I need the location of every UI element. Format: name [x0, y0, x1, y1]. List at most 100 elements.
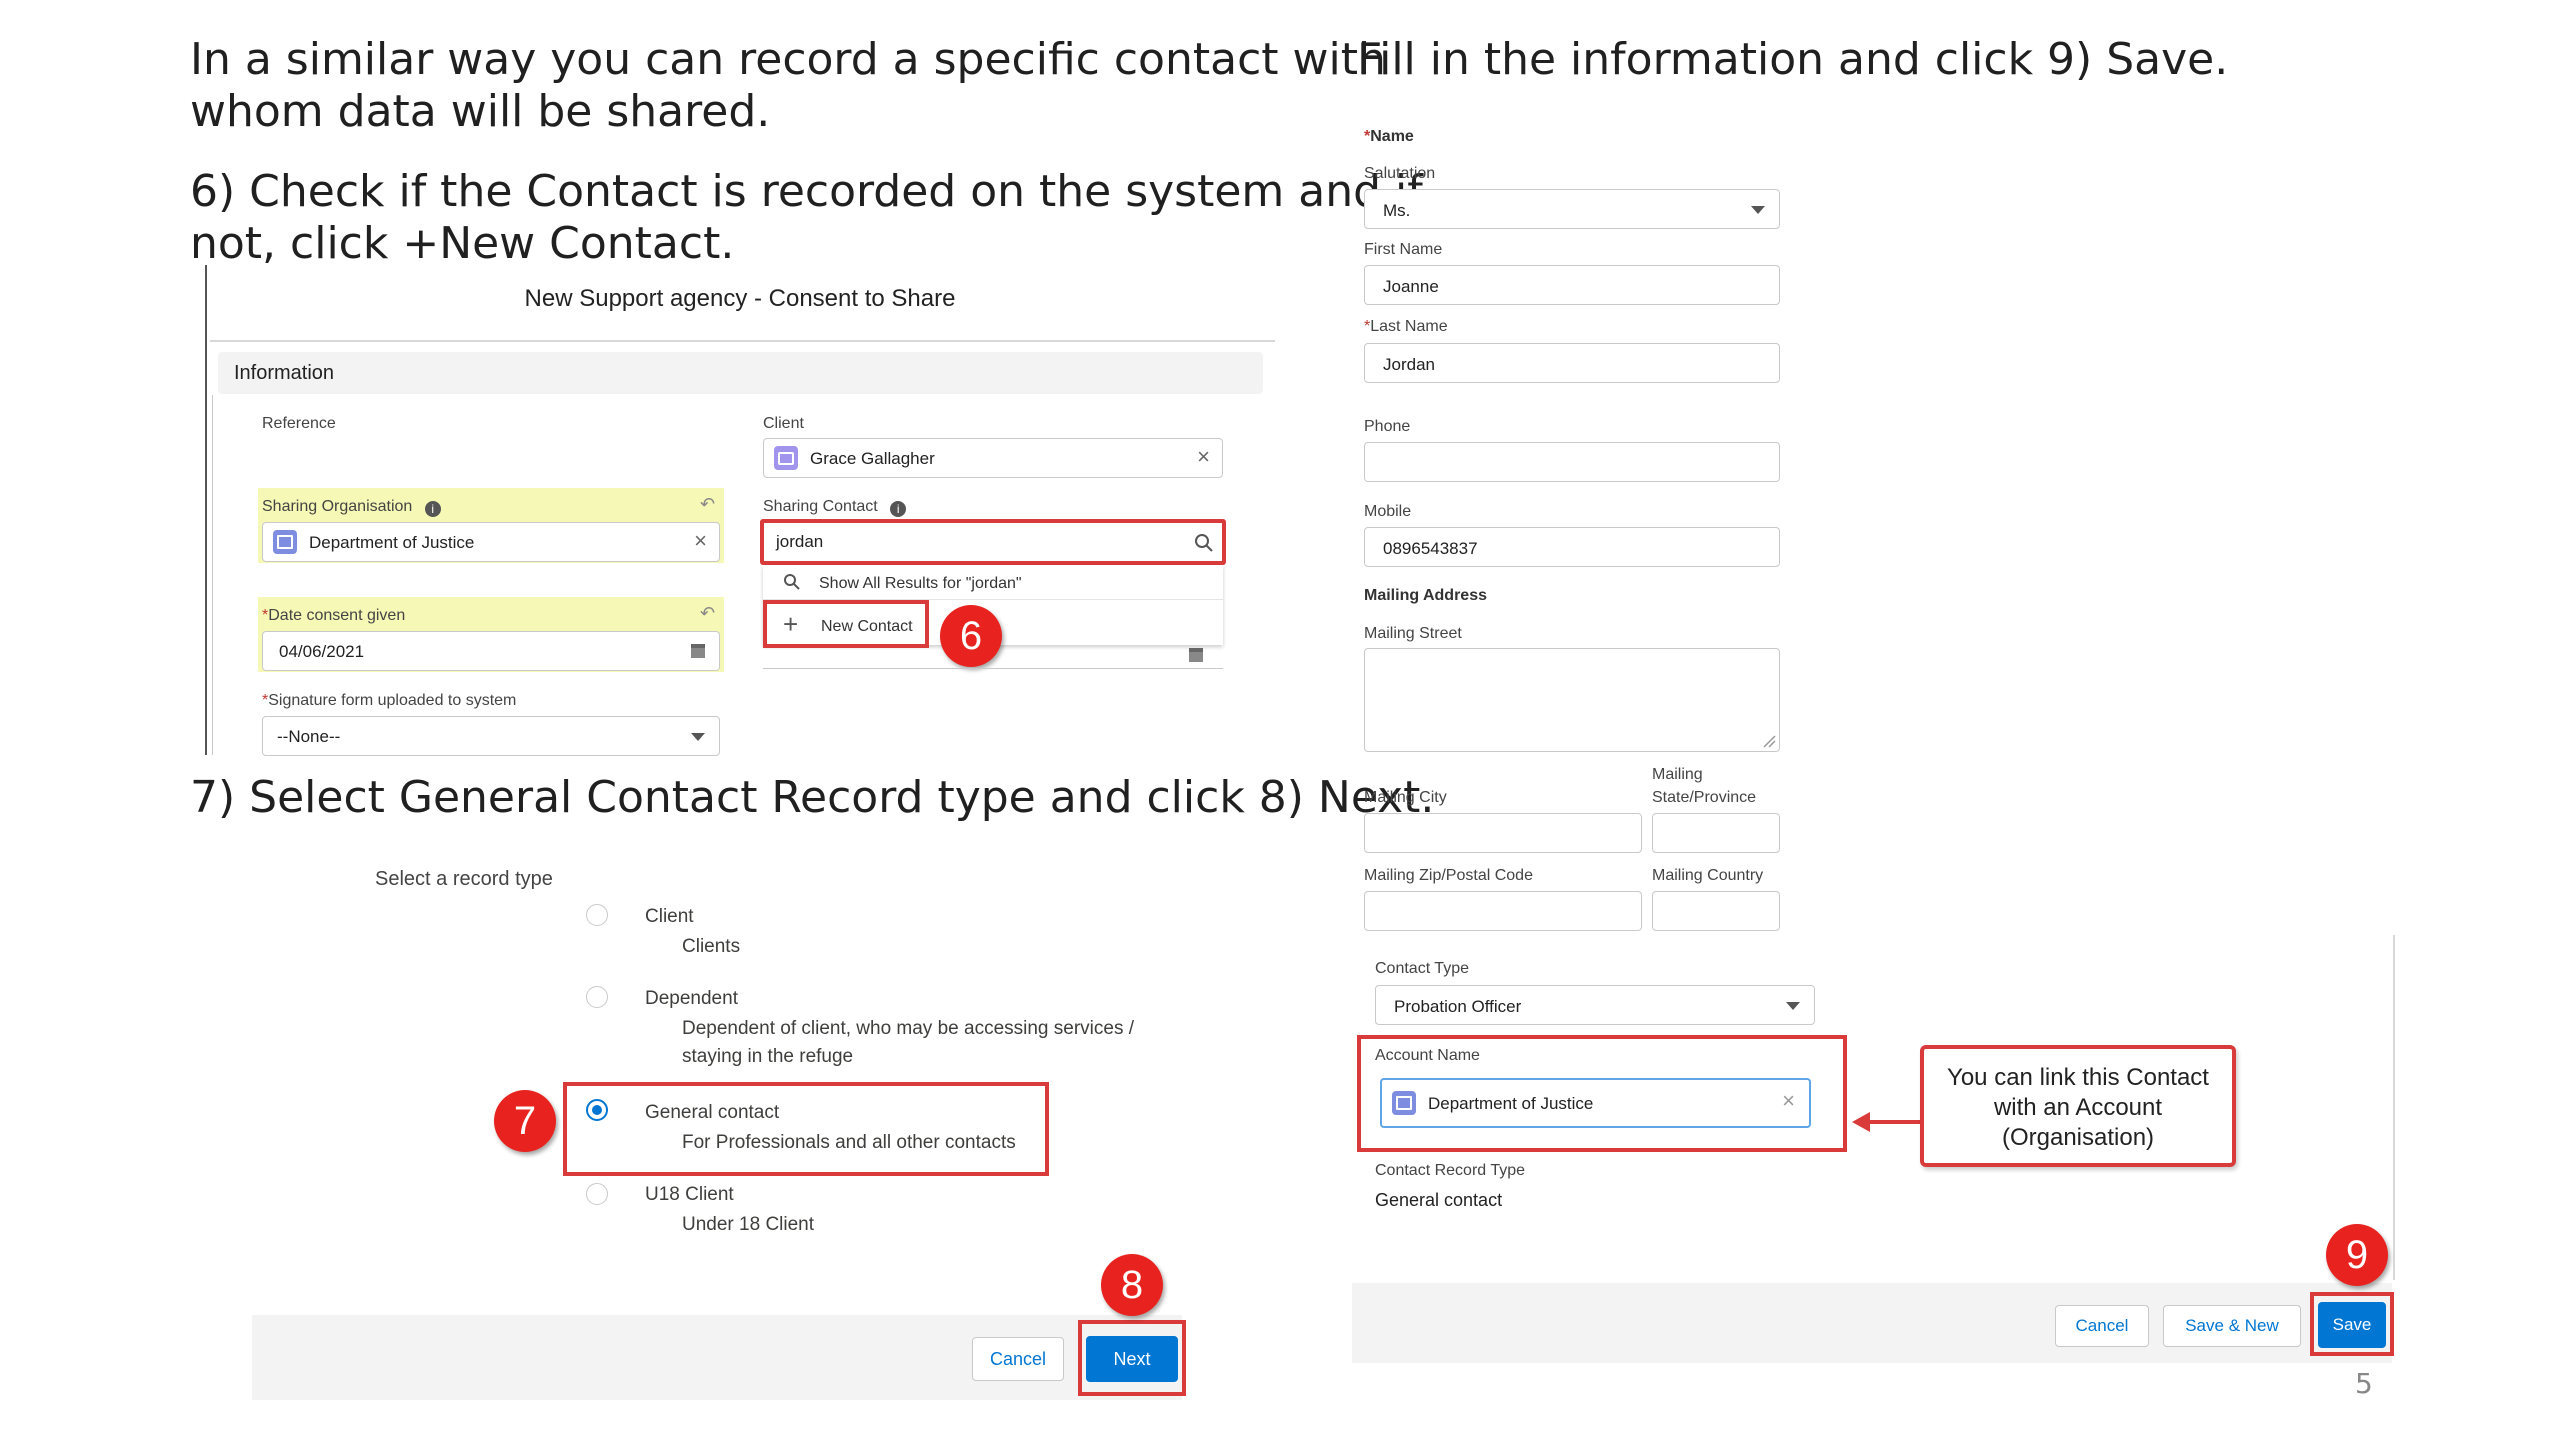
account-name-label: Account Name	[1375, 1047, 1480, 1064]
information-section-header[interactable]: Information	[218, 352, 1263, 394]
clear-client-icon[interactable]: ×	[1197, 444, 1210, 470]
search-icon	[784, 574, 800, 590]
step6-line-2: not, click +New Contact.	[190, 218, 735, 269]
form-left-border	[212, 395, 213, 755]
callout-text: You can link this Contact with an Accoun…	[1924, 1063, 2232, 1153]
signature-select[interactable]: --None--	[262, 716, 720, 756]
resize-handle-icon[interactable]	[1762, 734, 1776, 748]
chevron-down-icon	[1751, 206, 1765, 214]
mobile-label: Mobile	[1364, 503, 1412, 520]
calendar-icon[interactable]	[689, 642, 707, 660]
sharing-org-lookup[interactable]: Department of Justice ×	[262, 522, 720, 562]
option-dependent-name: Dependent	[645, 988, 738, 1009]
sharing-contact-label: Sharing Contact i	[763, 498, 907, 517]
salutation-value: Ms.	[1383, 201, 1411, 220]
date-value: 04/06/2021	[279, 642, 365, 661]
option-client-desc: Clients	[682, 936, 741, 957]
first-name-label: First Name	[1364, 241, 1443, 258]
step-8-badge: 8	[1101, 1254, 1163, 1316]
section-title: Information	[234, 362, 335, 384]
mailing-city-input[interactable]	[1364, 813, 1642, 853]
option-client-name: Client	[645, 906, 694, 927]
contact-icon	[774, 446, 798, 470]
callout-line-1: You can link this Contact	[1947, 1064, 2209, 1091]
step-7-badge: 7	[494, 1090, 556, 1152]
sharing-contact-value: jordan	[776, 532, 824, 551]
callout-arrow	[1852, 1112, 1920, 1132]
account-name-value: Department of Justice	[1428, 1094, 1594, 1113]
salutation-select[interactable]: Ms.	[1364, 189, 1780, 229]
callout-line-2: with an Account	[1993, 1094, 2163, 1121]
sharing-org-label: Sharing Organisation i	[262, 498, 441, 517]
info-icon[interactable]: i	[890, 501, 907, 517]
contact-type-select[interactable]: Probation Officer	[1375, 985, 1815, 1025]
info-icon[interactable]: i	[424, 501, 441, 517]
next-button[interactable]: Next	[1086, 1336, 1178, 1382]
chevron-down-icon	[1786, 1002, 1800, 1010]
mailing-zip-label: Mailing Zip/Postal Code	[1364, 867, 1533, 884]
name-heading: *Name	[1364, 128, 1414, 145]
save-button[interactable]: Save	[2318, 1302, 2386, 1348]
option-general-name: General contact	[645, 1102, 780, 1123]
mailing-state-label-2: State/Province	[1652, 789, 1757, 806]
signature-label: *Signature form uploaded to system	[262, 692, 517, 709]
mailing-zip-input[interactable]	[1364, 891, 1642, 931]
new-contact-label: New Contact	[821, 618, 913, 635]
save-and-new-button[interactable]: Save & New	[2163, 1305, 2301, 1347]
show-all-results[interactable]: Show All Results for "jordan"	[819, 575, 1022, 593]
first-name-value: Joanne	[1383, 277, 1439, 296]
right-title: Fill in the information and click 9) Sav…	[1357, 34, 2229, 85]
option-dependent-desc-2: staying in the refuge	[682, 1046, 854, 1067]
mobile-input[interactable]: 0896543837	[1364, 527, 1780, 567]
mailing-street-textarea[interactable]	[1364, 648, 1780, 752]
mobile-value: 0896543837	[1383, 539, 1478, 558]
undo-icon[interactable]: ↶	[700, 494, 715, 515]
phone-input[interactable]	[1364, 442, 1780, 482]
mailing-country-label: Mailing Country	[1652, 867, 1764, 884]
option-general-desc: For Professionals and all other contacts	[682, 1132, 1016, 1153]
mailing-state-label-1: Mailing	[1652, 766, 1703, 783]
client-lookup[interactable]: Grace Gallagher ×	[763, 438, 1223, 478]
calendar-icon	[1189, 648, 1203, 662]
radio-general-contact[interactable]	[586, 1099, 608, 1121]
reference-label: Reference	[262, 415, 336, 432]
cancel-button[interactable]: Cancel	[972, 1337, 1064, 1381]
chevron-down-icon	[691, 733, 705, 741]
mailing-street-label: Mailing Street	[1364, 625, 1462, 642]
contact-type-value: Probation Officer	[1394, 997, 1522, 1016]
search-icon	[1195, 534, 1213, 552]
mailing-country-input[interactable]	[1652, 891, 1780, 931]
sharing-contact-input[interactable]: jordan	[760, 519, 1226, 565]
record-type-value: General contact	[1375, 1190, 1503, 1210]
clear-account-icon[interactable]: ×	[1782, 1088, 1795, 1114]
option-dependent-desc: Dependent of client, who may be accessin…	[682, 1018, 1135, 1039]
salutation-label: Salutation	[1364, 165, 1436, 182]
last-name-label: *Last Name	[1364, 318, 1448, 335]
radio-client[interactable]	[586, 904, 608, 926]
mailing-state-input[interactable]	[1652, 813, 1780, 853]
clear-sharing-org-icon[interactable]: ×	[694, 528, 707, 554]
scrollbar-track[interactable]	[2393, 935, 2395, 1280]
date-input[interactable]: 04/06/2021	[262, 631, 720, 671]
cancel-button[interactable]: Cancel	[2055, 1305, 2149, 1347]
undo-icon[interactable]: ↶	[700, 603, 715, 624]
mailing-address-heading: Mailing Address	[1364, 587, 1487, 604]
record-type-prompt: Select a record type	[375, 868, 553, 890]
sharing-org-value: Department of Justice	[309, 533, 475, 552]
step-9-badge: 9	[2326, 1224, 2388, 1286]
new-contact-option[interactable]: + New Contact	[763, 600, 929, 648]
account-name-lookup[interactable]: Department of Justice ×	[1380, 1078, 1811, 1128]
callout-line-3: (Organisation)	[2001, 1124, 2155, 1151]
radio-dependent[interactable]	[586, 986, 608, 1008]
record-type-label: Contact Record Type	[1375, 1162, 1526, 1179]
date-label: *Date consent given	[262, 607, 406, 624]
step7-text: 7) Select General Contact Record type an…	[190, 772, 1435, 823]
intro-line-2: whom data will be shared.	[190, 86, 771, 137]
option-u18-name: U18 Client	[645, 1184, 734, 1205]
radio-u18-client[interactable]	[586, 1183, 608, 1205]
client-label: Client	[763, 415, 804, 432]
last-name-input[interactable]: Jordan	[1364, 343, 1780, 383]
step6-line-1: 6) Check if the Contact is recorded on t…	[190, 166, 1423, 217]
signature-value: --None--	[277, 727, 341, 746]
first-name-input[interactable]: Joanne	[1364, 265, 1780, 305]
